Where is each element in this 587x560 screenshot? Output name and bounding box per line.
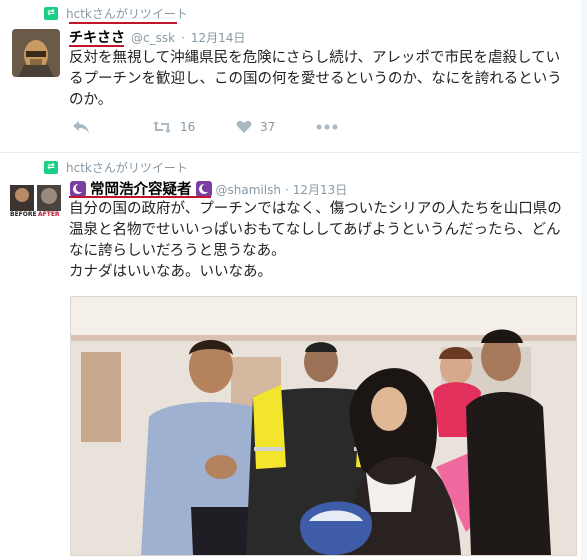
- retweeted-by-label[interactable]: hctkさんがリツイート: [66, 159, 188, 176]
- separator: ·: [284, 183, 289, 197]
- tweet-photo[interactable]: [70, 296, 577, 556]
- crescent-icon: [70, 180, 86, 197]
- crescent-icon: [195, 180, 212, 197]
- tweet-2[interactable]: ⇄ hctkさんがリツイート BEFORE AFTER 常岡浩介容疑者 @sha…: [0, 153, 587, 560]
- timestamp[interactable]: 12月14日: [191, 29, 246, 46]
- avatar-after-label: AFTER: [38, 211, 60, 218]
- separator: ·: [181, 31, 185, 45]
- reply-button[interactable]: [72, 120, 152, 134]
- tweet-1[interactable]: ⇄ hctkさんがリツイート チキささ @c_ssk · 12月14日 反対を無…: [0, 0, 587, 153]
- retweet-button[interactable]: 16: [152, 120, 236, 134]
- avatar[interactable]: BEFORE AFTER: [10, 183, 62, 221]
- retweeted-by-label[interactable]: hctkさんがリツイート: [66, 5, 188, 22]
- like-button[interactable]: 37: [236, 120, 316, 134]
- reply-icon: [73, 121, 89, 133]
- red-underline: [69, 45, 124, 47]
- retweet-icon: [153, 121, 171, 133]
- retweet-context: ⇄ hctkさんがリツイート: [44, 5, 188, 21]
- tweet-header: チキささ @c_ssk · 12月14日: [69, 27, 245, 47]
- display-name[interactable]: チキささ: [69, 27, 125, 47]
- tweet-text-line: 自分の国の政府が、プーチンではなく、傷ついたシリアの人たちを山口県の温泉と名物で…: [69, 201, 562, 259]
- user-handle[interactable]: @c_ssk: [131, 31, 175, 45]
- retweet-count: 16: [180, 120, 196, 134]
- retweet-context: ⇄ hctkさんがリツイート: [44, 159, 188, 175]
- more-button[interactable]: [316, 124, 338, 130]
- red-underline: [69, 196, 211, 198]
- tweet-text: 反対を無視して沖縄県民を危険にさらし続け、アレッポで市民を虐殺しているプーチンを…: [69, 50, 562, 108]
- more-icon: [316, 124, 338, 130]
- timestamp[interactable]: 12月13日: [293, 181, 348, 198]
- heart-icon: [236, 120, 252, 133]
- retweet-icon: ⇄: [44, 6, 58, 20]
- tweet-text-line: カナダはいいなあ。いいなあ。: [69, 264, 272, 280]
- red-underline: [69, 22, 177, 24]
- like-count: 37: [260, 120, 276, 134]
- tweet-actions: 16 37: [72, 120, 338, 134]
- avatar-before-label: BEFORE: [10, 211, 37, 218]
- scrollbar-track[interactable]: [581, 0, 587, 560]
- user-handle[interactable]: @shamilsh: [216, 183, 281, 197]
- retweet-icon: ⇄: [44, 160, 58, 174]
- tweet-text: 自分の国の政府が、プーチンではなく、傷ついたシリアの人たちを山口県の温泉と名物で…: [69, 199, 574, 283]
- avatar[interactable]: [12, 29, 60, 77]
